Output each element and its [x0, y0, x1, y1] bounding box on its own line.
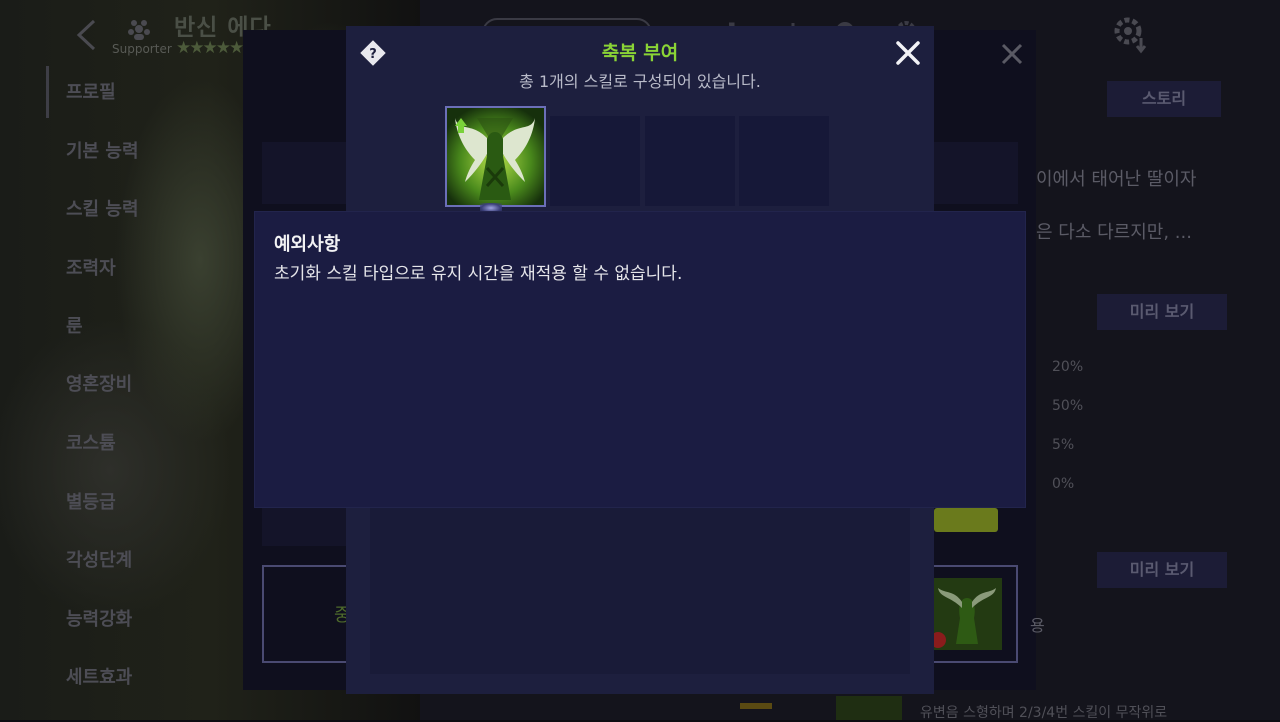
skill-thumbnail — [934, 508, 998, 532]
bottom-skill-thumbnail — [836, 696, 902, 720]
close-x-icon[interactable] — [895, 40, 921, 66]
side-menu-selection-bar — [46, 66, 49, 118]
preview-button[interactable]: 미리 보기 — [1097, 294, 1227, 330]
empty-skill-slot — [645, 116, 735, 206]
character-star-rating: ★★★★★ — [176, 38, 244, 58]
footer-description: 유변음 스형하며 2/3/4번 스킬이 무작위로 — [920, 705, 1168, 721]
side-item-awakening[interactable]: 각성단계 — [66, 546, 132, 572]
underlying-text-fragment: 용 — [1030, 616, 1045, 635]
side-item-basic-ability[interactable]: 기본 능력 — [66, 137, 139, 163]
side-item-enhancement[interactable]: 능력강화 — [66, 605, 132, 631]
empty-skill-slot — [550, 116, 640, 206]
underlying-skill-wing-icon — [932, 578, 1002, 650]
character-role: Supporter — [112, 42, 172, 56]
story-button[interactable]: 스토리 — [1107, 81, 1221, 117]
side-item-rune[interactable]: 룬 — [66, 312, 83, 338]
exception-tooltip — [255, 212, 1025, 507]
page-indicator — [740, 703, 772, 709]
back-arrow-icon[interactable] — [74, 18, 98, 52]
gear-sort-icon[interactable] — [1110, 14, 1152, 54]
supporter-class-icon — [128, 20, 150, 40]
angel-wing-icon — [447, 108, 544, 205]
side-item-costume[interactable]: 코스튬 — [66, 429, 116, 455]
stat-value: 5% — [1052, 437, 1075, 453]
preview-button[interactable]: 미리 보기 — [1097, 552, 1227, 588]
side-item-skill-ability[interactable]: 스킬 능력 — [66, 195, 139, 221]
empty-skill-slot — [739, 116, 829, 206]
tooltip-body: 초기화 스킬 타입으로 유지 시간을 재적용 할 수 없습니다. — [274, 264, 683, 284]
tooltip-title: 예외사항 — [274, 234, 341, 255]
blessing-skill-icon[interactable] — [445, 106, 546, 207]
modal-title: 축복 부여 — [601, 42, 679, 64]
underlying-slot — [262, 142, 352, 204]
side-item-set-effect[interactable]: 세트효과 — [66, 663, 132, 689]
stat-value: 0% — [1052, 476, 1075, 492]
skill-detail-area — [370, 508, 910, 674]
side-item-profile[interactable]: 프로필 — [66, 78, 116, 104]
modal-subtitle: 총 1개의 스킬로 구성되어 있습니다. — [519, 72, 761, 91]
stat-value: 20% — [1052, 359, 1084, 375]
stat-value: 50% — [1052, 398, 1084, 414]
side-item-soul-gear[interactable]: 영혼장비 — [66, 370, 132, 396]
side-item-helper[interactable]: 조력자 — [66, 254, 116, 280]
story-text-line: 은 다소 다르지만, ... — [1036, 222, 1192, 243]
panel-close-icon[interactable] — [1000, 42, 1024, 66]
underlying-slot — [932, 142, 1018, 204]
underlying-slot — [262, 508, 346, 546]
side-item-star-grade[interactable]: 별등급 — [66, 488, 116, 514]
story-text-line: 이에서 태어난 딸이자 — [1036, 169, 1197, 190]
